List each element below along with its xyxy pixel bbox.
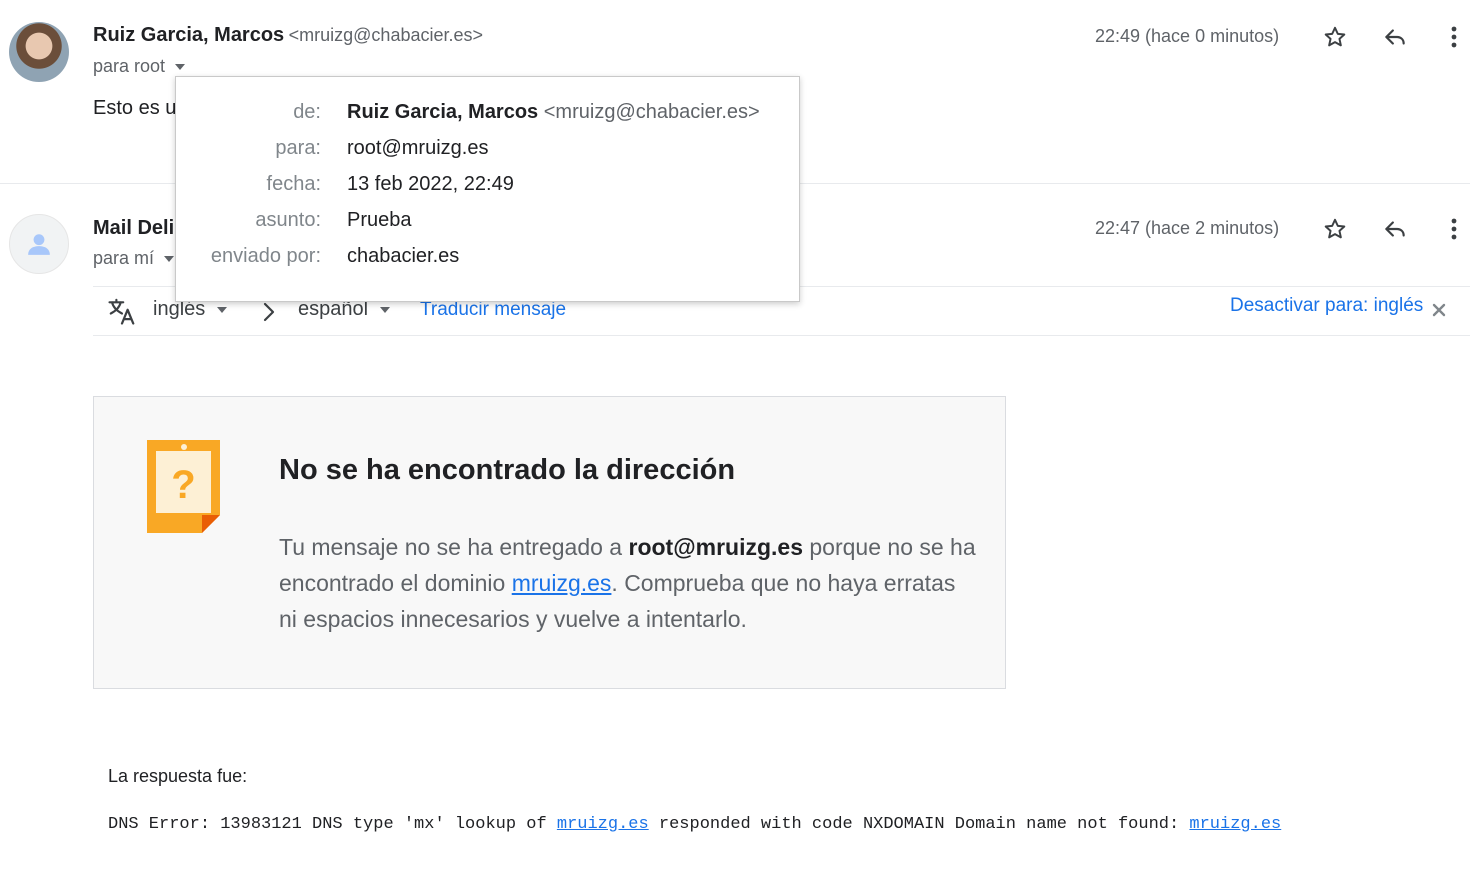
message2-sender[interactable]: Mail Deli <box>93 217 174 240</box>
svg-text:?: ? <box>171 463 195 507</box>
popup-date-value: 13 feb 2022, 22:49 <box>347 173 514 195</box>
dns-error-text: DNS Error: 13983121 DNS type 'mx' lookup… <box>108 815 1282 834</box>
popup-to-row: para: root@mruizg.es <box>176 137 799 167</box>
recipient-label: para root <box>93 56 166 76</box>
popup-to-value: root@mruizg.es <box>347 137 489 159</box>
popup-to-label: para: <box>275 137 321 159</box>
chevron-down-icon <box>380 306 391 313</box>
sender-name[interactable]: Ruiz Garcia, Marcos <box>93 24 284 46</box>
question-note-icon: ? <box>147 440 221 539</box>
popup-subject-value: Prueba <box>347 209 412 231</box>
translate-bar-divider-bottom <box>93 335 1470 336</box>
popup-from-row: de: Ruiz Garcia, Marcos <mruizg@chabacie… <box>176 101 799 131</box>
bounce-domain-link[interactable]: mruizg.es <box>512 570 612 596</box>
message1-snippet: Esto es u <box>93 97 177 119</box>
popup-subject-label: asunto: <box>255 209 321 231</box>
recipient-label: para mí <box>93 248 155 268</box>
close-icon[interactable] <box>1431 302 1447 323</box>
popup-sentby-label: enviado por: <box>210 245 321 267</box>
response-label: La respuesta fue: <box>108 766 248 786</box>
more-vert-icon[interactable] <box>1436 19 1472 55</box>
message1-sender: Ruiz Garcia, Marcos <mruizg@chabacier.es… <box>93 24 483 47</box>
translate-icon <box>107 296 137 331</box>
reply-icon[interactable] <box>1377 19 1413 55</box>
disable-translation-link[interactable]: Desactivar para: inglés <box>1230 295 1423 317</box>
dns-domain-link-2[interactable]: mruizg.es <box>1189 815 1281 834</box>
person-icon <box>28 234 50 255</box>
popup-sentby-row: enviado por: chabacier.es <box>176 245 799 275</box>
more-vert-icon[interactable] <box>1436 211 1472 247</box>
sender-email: <mruizg@chabacier.es> <box>288 25 484 45</box>
recipient-details-toggle-2[interactable]: para mí <box>93 248 175 269</box>
dns-domain-link[interactable]: mruizg.es <box>557 815 649 834</box>
bounce-title: No se ha encontrado la dirección <box>279 454 736 486</box>
star-icon[interactable] <box>1317 19 1353 55</box>
popup-subject-row: asunto: Prueba <box>176 209 799 239</box>
chevron-down-icon[interactable] <box>175 63 186 70</box>
star-icon[interactable] <box>1317 211 1353 247</box>
popup-from-value: Ruiz Garcia, Marcos <mruizg@chabacier.es… <box>347 101 760 123</box>
sender-avatar[interactable] <box>9 214 69 274</box>
chevron-down-icon[interactable] <box>164 255 175 262</box>
popup-sentby-value: chabacier.es <box>347 245 460 267</box>
message1-time: 22:49 (hace 0 minutos) <box>1095 26 1280 46</box>
sender-avatar[interactable] <box>9 22 69 82</box>
message2-time: 22:47 (hace 2 minutos) <box>1095 218 1280 238</box>
chevron-down-icon <box>217 306 228 313</box>
chevron-right-icon <box>260 300 278 329</box>
bounce-body: Tu mensaje no se ha entregado a root@mru… <box>279 534 976 632</box>
popup-date-row: fecha: 13 feb 2022, 22:49 <box>176 173 799 203</box>
reply-icon[interactable] <box>1377 211 1413 247</box>
bounce-recipient: root@mruizg.es <box>628 534 804 560</box>
translate-message-link[interactable]: Traducir mensaje <box>420 299 566 321</box>
popup-from-label: de: <box>293 101 321 123</box>
sender-details-popup: de: Ruiz Garcia, Marcos <mruizg@chabacie… <box>175 76 800 302</box>
popup-date-label: fecha: <box>266 173 321 195</box>
recipient-details-toggle[interactable]: para root <box>93 56 186 77</box>
